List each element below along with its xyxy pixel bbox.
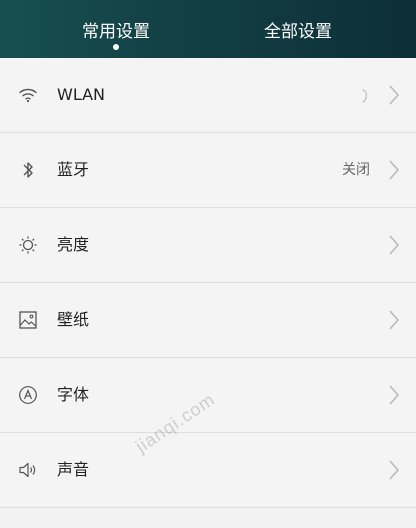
chevron-right-icon bbox=[389, 460, 400, 480]
wallpaper-icon bbox=[18, 310, 38, 330]
wlan-label: WLAN bbox=[57, 85, 106, 104]
loading-spinner-icon bbox=[362, 88, 370, 103]
settings-row-wallpaper[interactable]: 壁纸 bbox=[0, 283, 416, 358]
chevron-right-icon bbox=[389, 85, 400, 105]
font-icon bbox=[18, 385, 38, 405]
settings-row-bluetooth[interactable]: 蓝牙 关闭 bbox=[0, 133, 416, 208]
bluetooth-label: 蓝牙 bbox=[57, 160, 90, 179]
chevron-right-icon bbox=[389, 235, 400, 255]
bluetooth-status: 关闭 bbox=[342, 162, 370, 178]
chevron-right-icon bbox=[389, 385, 400, 405]
active-tab-indicator bbox=[113, 44, 119, 50]
chevron-right-icon bbox=[389, 310, 400, 330]
settings-row-brightness[interactable]: 亮度 bbox=[0, 208, 416, 283]
brightness-label: 亮度 bbox=[57, 235, 90, 254]
wifi-icon bbox=[18, 85, 38, 105]
settings-list: WLAN 蓝牙 关闭 亮度 壁纸 字体 声音 bbox=[0, 58, 416, 508]
sound-label: 声音 bbox=[57, 460, 90, 479]
settings-row-wlan[interactable]: WLAN bbox=[0, 58, 416, 133]
bluetooth-icon bbox=[18, 160, 38, 180]
sound-icon bbox=[18, 460, 38, 480]
settings-row-sound[interactable]: 声音 bbox=[0, 433, 416, 508]
font-label: 字体 bbox=[57, 385, 90, 404]
brightness-icon bbox=[18, 235, 38, 255]
top-tab-bar: 常用设置 全部设置 bbox=[0, 0, 416, 58]
chevron-right-icon bbox=[389, 160, 400, 180]
wallpaper-label: 壁纸 bbox=[57, 310, 90, 329]
tab-all-settings[interactable]: 全部设置 bbox=[194, 0, 402, 58]
